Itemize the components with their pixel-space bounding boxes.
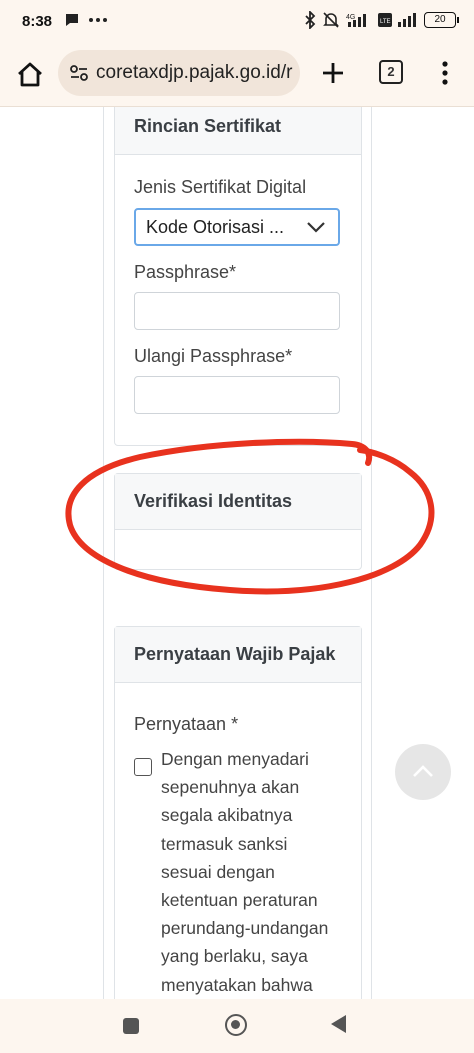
back-button[interactable]	[331, 1015, 346, 1033]
verifikasi-identitas-card: Verifikasi Identitas	[114, 473, 362, 570]
select-value: Kode Otorisasi ...	[146, 216, 285, 237]
statement-line: yang berlaku, saya	[161, 946, 308, 967]
home-icon[interactable]	[14, 59, 46, 91]
web-page: Rincian Sertifikat Jenis Sertifikat Digi…	[0, 107, 474, 999]
address-bar[interactable]: coretaxdjp.pajak.go.id/r	[58, 50, 300, 96]
rincian-sertifikat-card: Rincian Sertifikat Jenis Sertifikat Digi…	[114, 107, 362, 446]
battery-icon: 20	[424, 12, 459, 28]
url-text: coretaxdjp.pajak.go.id/r	[96, 62, 293, 83]
pernyataan-checkbox[interactable]	[134, 758, 152, 776]
scroll-to-top-button[interactable]	[395, 744, 451, 800]
bluetooth-icon	[305, 11, 316, 29]
card-title: Pernyataan Wajib Pajak	[115, 627, 361, 683]
card-title: Verifikasi Identitas	[115, 474, 361, 530]
chevron-down-icon	[307, 222, 325, 233]
statement-line: sesuai dengan	[161, 861, 275, 882]
chat-notification-icon	[66, 14, 78, 26]
pernyataan-text: Dengan menyadari sepenuhnya akan segala …	[161, 745, 351, 999]
jenis-sertifikat-select[interactable]: Kode Otorisasi ...	[134, 208, 340, 246]
pernyataan-label: Pernyataan *	[134, 714, 239, 734]
statement-line: Dengan menyadari	[161, 749, 309, 769]
signal-4g-icon: 4G	[346, 14, 366, 27]
status-bar: 8:38 4G LTE 20	[0, 0, 474, 44]
mute-icon	[323, 12, 339, 28]
ulangi-passphrase-label: Ulangi Passphrase*	[134, 346, 293, 366]
chevron-up-icon	[413, 765, 433, 777]
passphrase-input[interactable]	[134, 292, 340, 330]
statement-line: sepenuhnya akan	[161, 777, 300, 798]
kebab-menu-icon[interactable]	[440, 58, 450, 88]
ulangi-passphrase-input[interactable]	[134, 376, 340, 414]
svg-text:LTE: LTE	[380, 19, 391, 25]
statement-line: termasuk sanksi	[161, 833, 288, 854]
system-nav-bar	[0, 999, 474, 1053]
browser-toolbar: coretaxdjp.pajak.go.id/r 2	[0, 44, 474, 107]
plus-icon[interactable]	[318, 58, 348, 88]
signal-icon	[398, 13, 416, 27]
jenis-sertifikat-label: Jenis Sertifikat Digital	[134, 177, 307, 197]
volte-icon: LTE	[378, 13, 392, 27]
statement-line: perundang-undangan	[161, 918, 329, 939]
more-notifications-icon	[89, 18, 107, 22]
tab-switcher-button[interactable]: 2	[379, 60, 403, 84]
home-button[interactable]	[225, 1014, 247, 1036]
statement-line: ketentuan peraturan	[161, 890, 318, 911]
svg-text:4G: 4G	[346, 14, 355, 21]
card-title: Rincian Sertifikat	[115, 107, 361, 155]
statement-line: menyatakan bahwa	[161, 974, 313, 995]
site-settings-icon[interactable]	[68, 62, 90, 84]
clock: 8:38	[22, 13, 53, 30]
passphrase-label: Passphrase*	[134, 262, 237, 282]
recent-apps-button[interactable]	[123, 1018, 139, 1034]
pernyataan-card: Pernyataan Wajib Pajak Pernyataan * Deng…	[114, 626, 362, 999]
statement-line: segala akibatnya	[161, 805, 293, 826]
